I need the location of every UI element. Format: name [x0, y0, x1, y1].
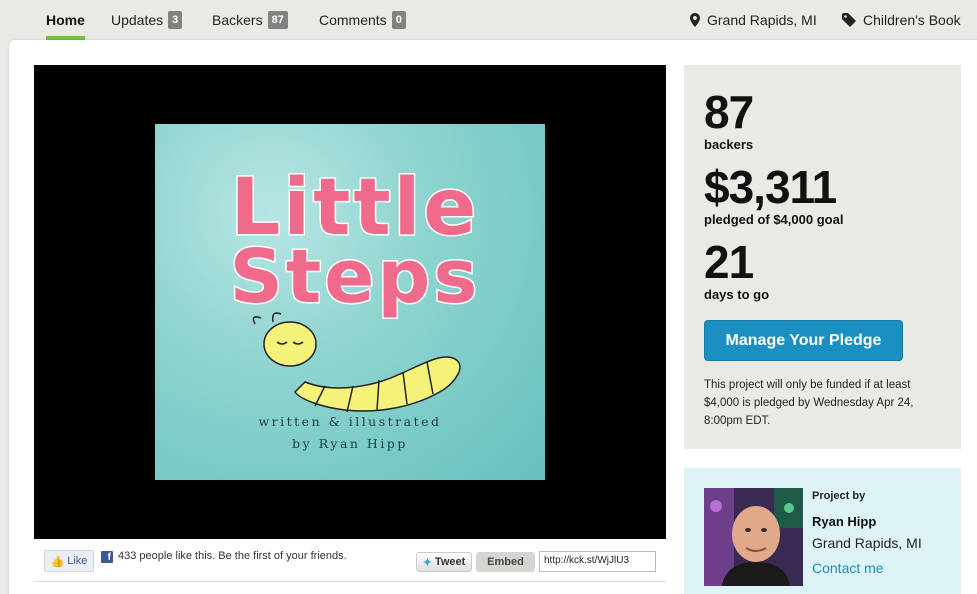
contact-me-link[interactable]: Contact me	[812, 560, 884, 576]
cover-title-line2: Steps	[230, 234, 481, 320]
tab-updates-label: Updates	[111, 12, 164, 28]
facebook-like-count-text: 433 people like this. Be the first of yo…	[118, 550, 347, 562]
updates-count-badge: 3	[168, 11, 183, 29]
project-video[interactable]: Little Steps written & illustrated by Ry…	[34, 65, 666, 539]
category-label: Children's Book	[863, 12, 961, 28]
tab-updates[interactable]: Updates 3	[111, 0, 183, 40]
book-cover-image: Little Steps written & illustrated by Ry…	[155, 124, 545, 480]
tab-comments[interactable]: Comments 0	[319, 0, 406, 40]
facebook-like-label: Like	[67, 555, 88, 567]
creator-location: Grand Rapids, MI	[812, 535, 922, 551]
thumbs-up-icon: 👍	[50, 555, 65, 568]
category-link[interactable]: Children's Book	[842, 0, 961, 40]
manage-pledge-button[interactable]: Manage Your Pledge	[704, 320, 903, 361]
creator-name[interactable]: Ryan Hipp	[812, 514, 876, 529]
funding-note: This project will only be funded if at l…	[704, 379, 914, 427]
project-stats: 87 backers $3,311 pledged of $4,000 goal…	[684, 65, 961, 449]
pledged-label: pledged of $4,000 goal	[704, 212, 844, 227]
caterpillar-illustration	[252, 312, 461, 413]
project-by-heading: Project by	[812, 490, 866, 502]
tab-home-label: Home	[46, 12, 85, 28]
embed-button[interactable]: Embed	[476, 552, 535, 572]
backers-count: 87	[704, 86, 754, 138]
cover-subtitle-line2: by Ryan Hipp	[292, 436, 408, 451]
share-bar: 👍 Like f 433 people like this. Be the fi…	[34, 540, 666, 582]
location-link[interactable]: Grand Rapids, MI	[690, 0, 817, 40]
creator-avatar[interactable]	[704, 488, 803, 586]
backers-count-badge: 87	[267, 11, 288, 29]
creator-card: Project by Ryan Hipp Grand Rapids, MI Co…	[684, 468, 961, 594]
project-nav: Home Updates 3 Backers 87 Comments 0 Gra…	[0, 0, 977, 40]
location-pin-icon	[690, 13, 700, 27]
tweet-label: Tweet	[434, 556, 466, 568]
tweet-button[interactable]: ✦ Tweet	[416, 552, 472, 572]
days-count: 21	[704, 236, 754, 288]
facebook-like-button[interactable]: 👍 Like	[44, 550, 94, 572]
facebook-icon: f	[101, 551, 113, 563]
cover-subtitle-line1: written & illustrated	[258, 414, 441, 429]
pledged-amount: $3,311	[704, 161, 837, 213]
tab-backers-label: Backers	[212, 12, 263, 28]
tab-comments-label: Comments	[319, 12, 387, 28]
short-url-field[interactable]: http://kck.st/WjJlU3	[539, 551, 656, 572]
backers-label: backers	[704, 137, 754, 152]
tab-backers[interactable]: Backers 87	[212, 0, 288, 40]
tag-icon	[842, 13, 856, 27]
twitter-bird-icon: ✦	[422, 556, 432, 569]
location-label: Grand Rapids, MI	[707, 12, 817, 28]
embed-label: Embed	[487, 556, 524, 568]
tab-home[interactable]: Home	[46, 0, 85, 40]
comments-count-badge: 0	[391, 11, 406, 29]
days-label: days to go	[704, 287, 770, 302]
